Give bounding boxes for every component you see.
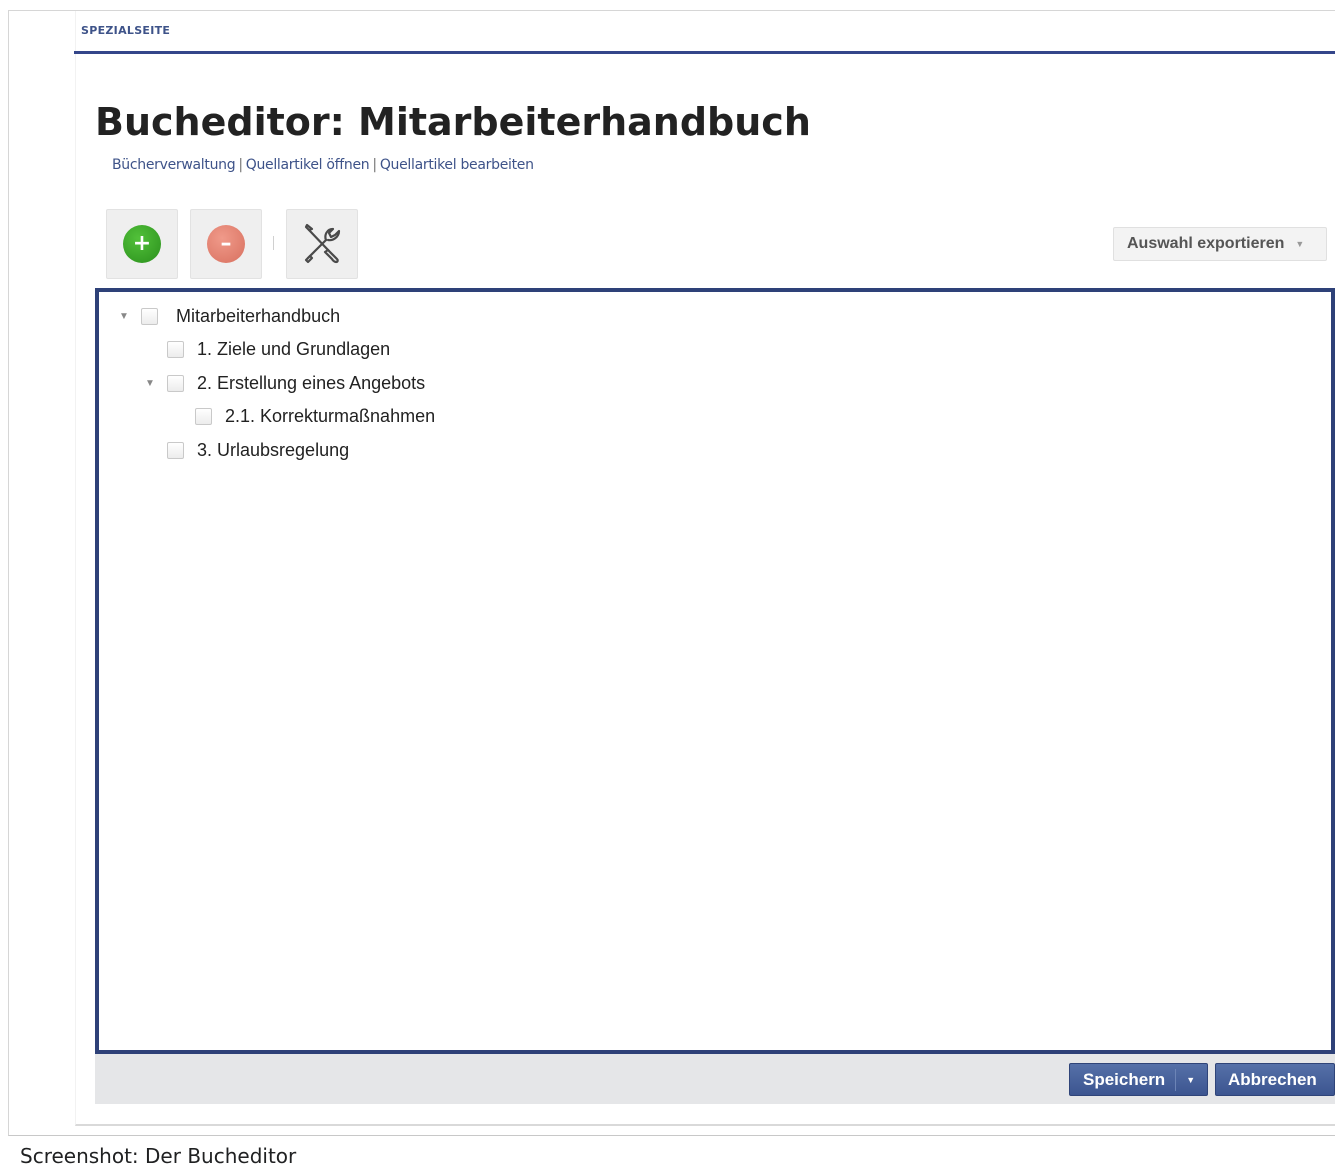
figure-caption: Screenshot: Der Bucheditor xyxy=(20,1144,297,1168)
header-rule xyxy=(74,51,1335,54)
plus-circle-icon: + xyxy=(123,225,161,263)
tree-node-checkbox[interactable] xyxy=(141,307,158,325)
tree-node-label[interactable]: 3. Urlaubsregelung xyxy=(197,440,349,461)
header-links: Bücherverwaltung | Quellartikel öffnen | Que… xyxy=(112,157,534,173)
expand-toggle-icon[interactable]: ▼ xyxy=(143,378,157,389)
tree-node-label[interactable]: Mitarbeiterhandbuch xyxy=(176,306,340,327)
remove-node-button[interactable]: – xyxy=(190,209,262,279)
cancel-button[interactable]: Abbrechen xyxy=(1215,1063,1335,1096)
add-node-button[interactable]: + xyxy=(106,209,178,279)
tools-button[interactable] xyxy=(286,209,358,279)
tree-node-label[interactable]: 2. Erstellung eines Angebots xyxy=(197,373,425,394)
tree-node[interactable]: ▼ 2. Erstellung eines Angebots xyxy=(143,371,425,395)
special-page-tag: SPEZIALSEITE xyxy=(81,24,171,37)
tree-node[interactable]: 3. Urlaubsregelung xyxy=(167,438,349,462)
button-divider xyxy=(1175,1068,1177,1091)
link-separator: | xyxy=(372,157,377,173)
chevron-down-icon: ▼ xyxy=(1295,239,1305,249)
tree-node[interactable]: 2.1. Korrekturmaßnahmen xyxy=(195,404,435,428)
tree-node-checkbox[interactable] xyxy=(167,441,184,459)
chevron-down-icon[interactable]: ▼ xyxy=(1186,1075,1195,1085)
tree-node-checkbox[interactable] xyxy=(195,407,212,425)
page-title: Bucheditor: Mitarbeiterhandbuch xyxy=(95,100,811,144)
tree-node[interactable]: ▼ Mitarbeiterhandbuch xyxy=(117,304,340,328)
link-book-management[interactable]: Bücherverwaltung xyxy=(112,157,236,173)
link-separator: | xyxy=(238,157,243,173)
link-edit-source-article[interactable]: Quellartikel bearbeiten xyxy=(380,157,534,173)
minus-circle-icon: – xyxy=(207,225,245,263)
save-label: Speichern xyxy=(1083,1069,1166,1089)
expand-toggle-icon[interactable]: ▼ xyxy=(117,311,131,322)
wrench-screwdriver-icon xyxy=(304,223,341,264)
save-button[interactable]: Speichern ▼ xyxy=(1069,1063,1208,1096)
tree-node-label[interactable]: 2.1. Korrekturmaßnahmen xyxy=(225,406,435,427)
export-selection-dropdown[interactable]: Auswahl exportieren ▼ xyxy=(1113,227,1327,261)
tree-node-checkbox[interactable] xyxy=(167,340,184,358)
link-open-source-article[interactable]: Quellartikel öffnen xyxy=(246,157,370,173)
book-tree-panel: ▼ Mitarbeiterhandbuch 1. Ziele und Grund… xyxy=(95,288,1335,1054)
tree-node[interactable]: 1. Ziele und Grundlagen xyxy=(167,337,390,361)
tree-node-checkbox[interactable] xyxy=(167,374,184,392)
tree-node-label[interactable]: 1. Ziele und Grundlagen xyxy=(197,339,390,360)
export-label: Auswahl exportieren xyxy=(1127,235,1285,252)
toolbar-separator xyxy=(273,236,274,250)
